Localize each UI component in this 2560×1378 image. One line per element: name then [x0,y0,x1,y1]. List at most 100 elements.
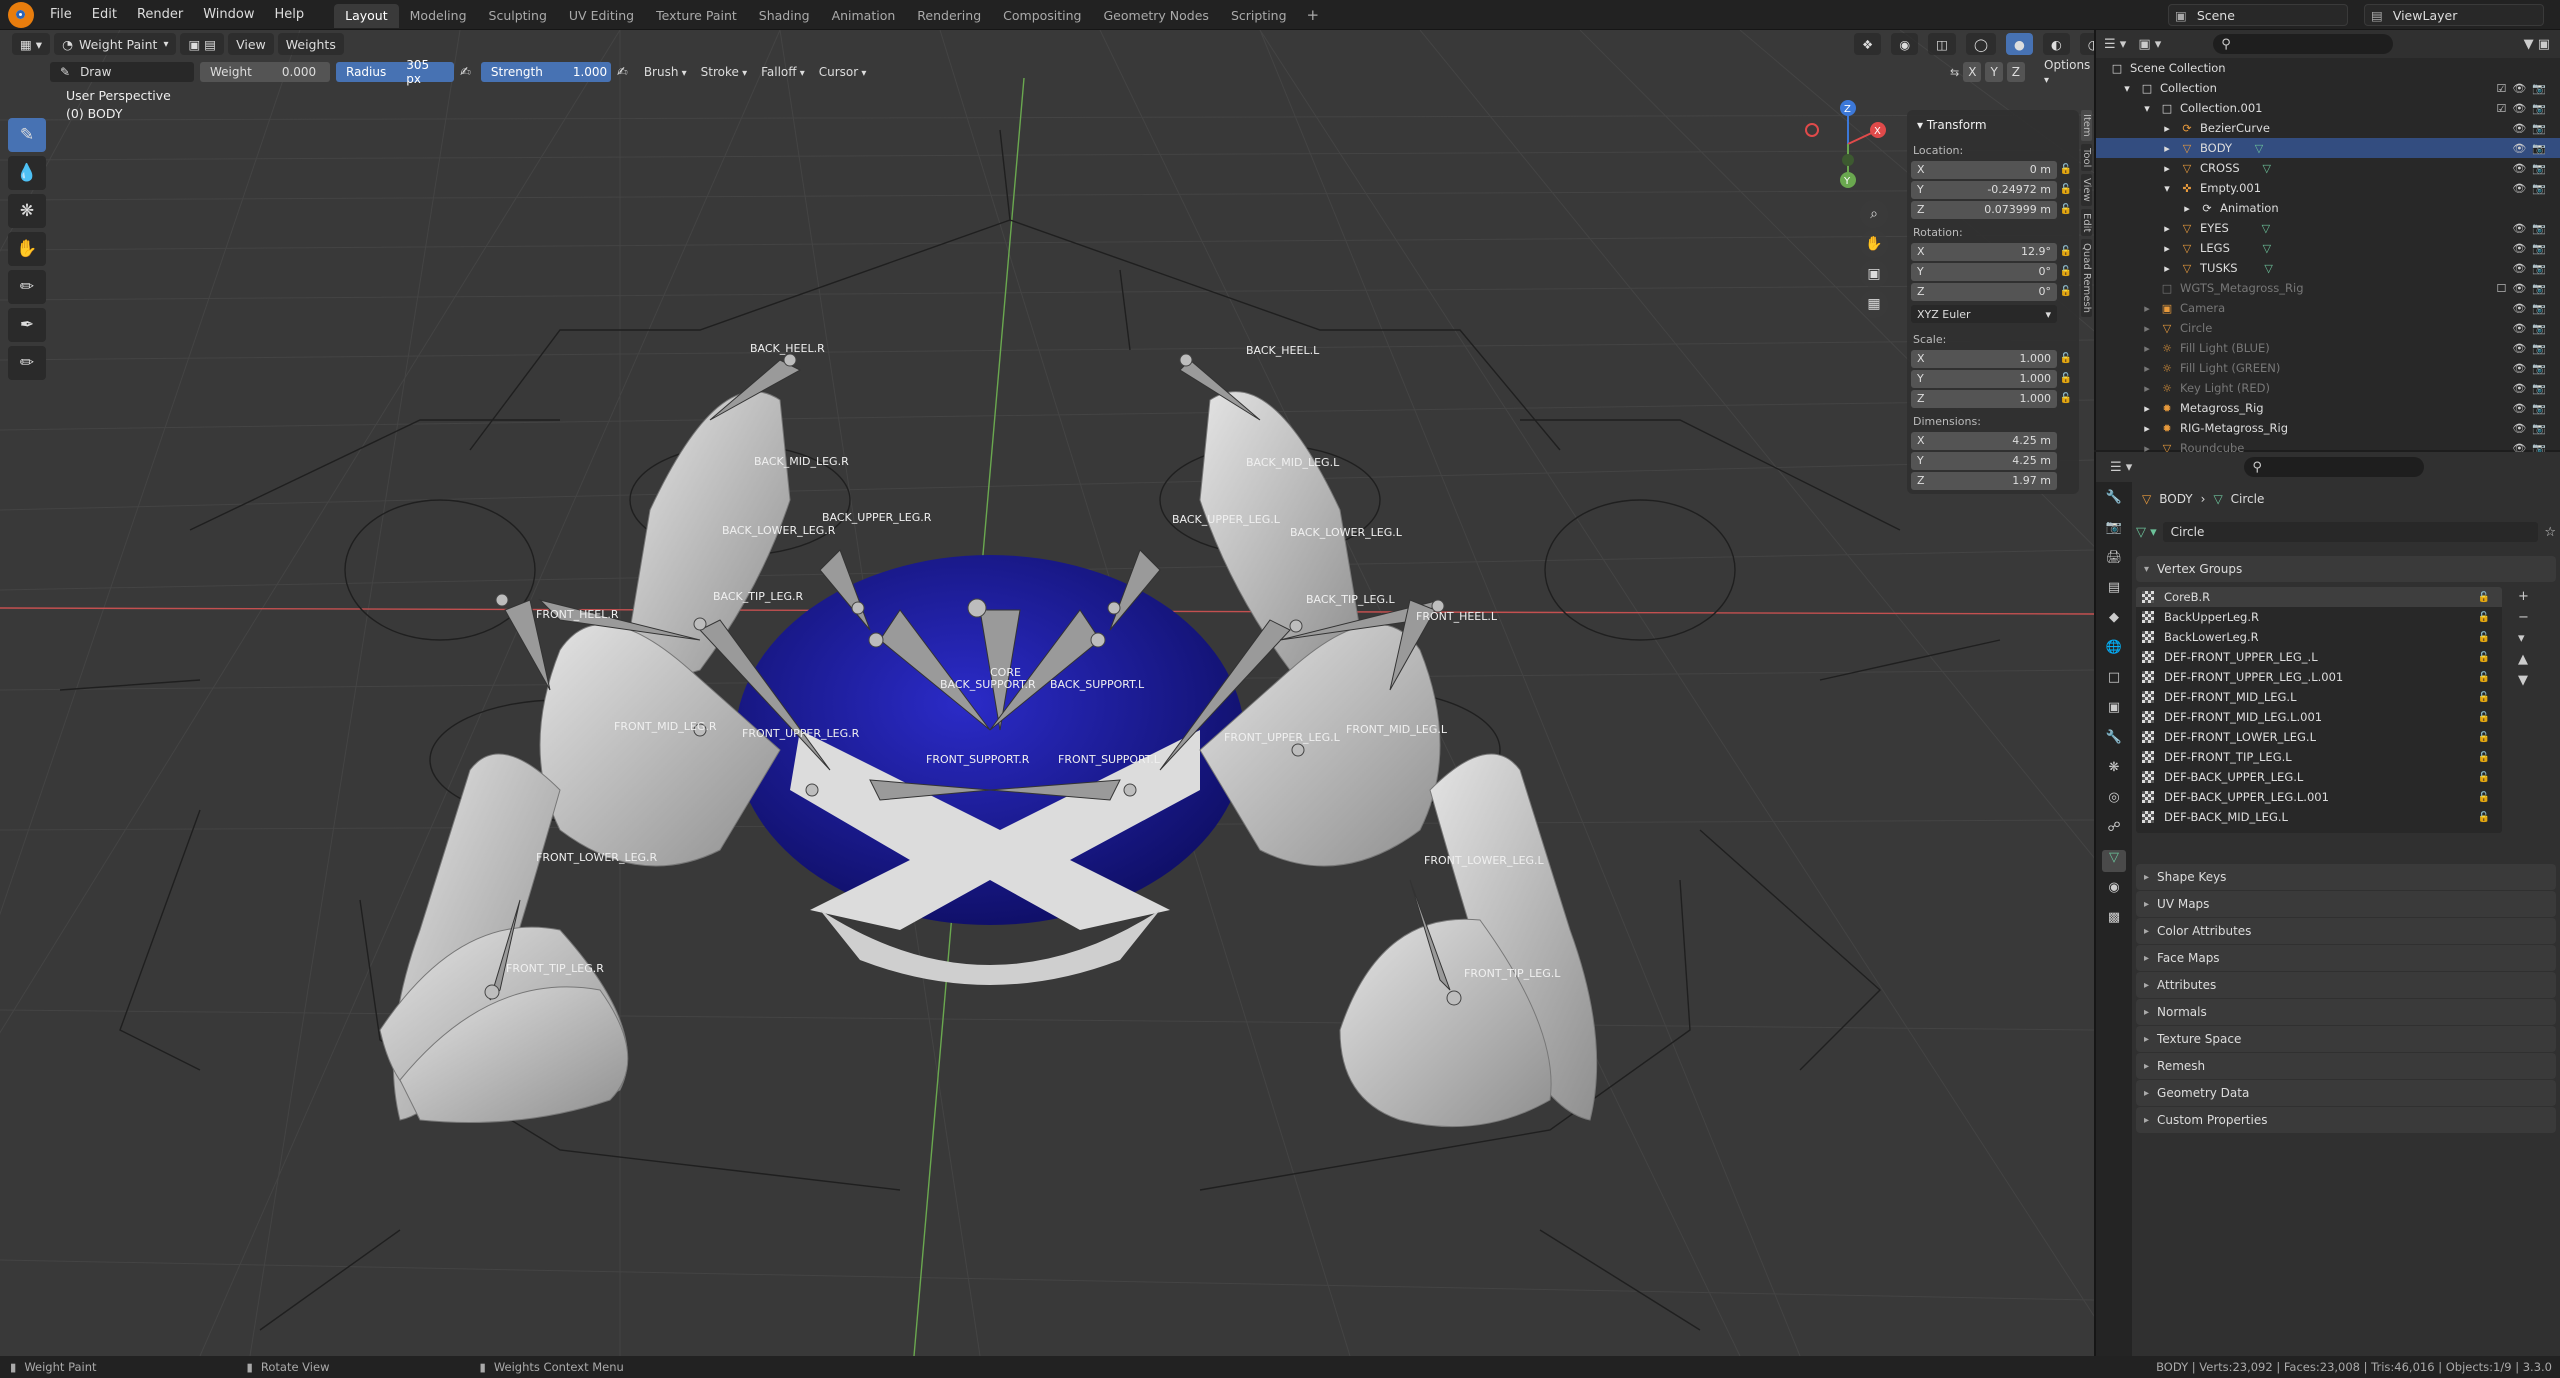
editor-type-icon[interactable]: ☰ ▾ [2104,37,2126,52]
expand-icon[interactable]: ▸ [2160,262,2174,275]
render-tab-icon[interactable]: 📷 [2102,520,2126,542]
tab-view[interactable]: View [2081,174,2092,206]
lock-icon[interactable]: 🔓 [2057,266,2075,277]
rotation-z-field[interactable]: Z 0° [1911,282,2057,301]
location-z-field[interactable]: Z 0.073999 m [1911,200,2057,219]
output-tab-icon[interactable]: 🖨 [2102,550,2126,572]
weight-field[interactable]: Weight 0.000 [200,62,330,82]
move-down-icon[interactable]: ▼ [2518,673,2529,688]
section-texture-space[interactable]: Texture Space [2136,1026,2556,1052]
collection-tab-icon[interactable]: □ [2102,670,2126,692]
section-geometry-data[interactable]: Geometry Data [2136,1080,2556,1106]
section-remesh[interactable]: Remesh [2136,1053,2556,1079]
lock-icon[interactable]: 🔓 [2057,353,2075,364]
expand-icon[interactable]: ▸ [2140,342,2154,355]
location-x-field[interactable]: X 0 m [1911,160,2057,179]
rotation-x-field[interactable]: X 12.9° [1911,242,2057,261]
annotate-tool-icon[interactable]: ✏ [8,346,46,380]
rotation-y-field[interactable]: Y 0° [1911,262,2057,281]
lock-icon[interactable]: 🔓 [2057,393,2075,404]
expand-icon[interactable]: ▸ [2160,162,2174,175]
scene-selector[interactable]: ▣ Scene [2168,4,2348,26]
visibility-icons[interactable]: 👁📷 [2512,342,2552,355]
tab-layout[interactable]: Layout [334,4,399,28]
visibility-icons[interactable]: 👁📷 [2512,142,2552,155]
outliner-row[interactable]: ▸ ☼ Key Light (RED) 👁📷 [2096,378,2560,398]
vertex-group-item[interactable]: DEF-FRONT_LOWER_LEG.L 🔓 [2136,727,2502,747]
outliner-search-input[interactable]: ⚲ [2213,34,2394,54]
mirror-z-toggle[interactable]: Z [2006,62,2026,82]
lock-icon[interactable]: 🔓 [2478,672,2490,683]
visibility-icons[interactable]: 👁📷 [2512,322,2552,335]
outliner-row[interactable]: ▾ □ Collection.001 ☑👁📷 [2096,98,2560,118]
xray-icon[interactable]: ◫ [1928,33,1956,55]
material-tab-icon[interactable]: ◉ [2102,880,2126,902]
brush-dropdown[interactable]: Brush [644,65,687,79]
3d-viewport[interactable]: BACK_HEEL.R BACK_HEEL.L BACK_MID_LEG.R B… [0,30,2094,1356]
lock-icon[interactable]: 🔓 [2478,712,2490,723]
cursor-dropdown[interactable]: Cursor [819,65,867,79]
visibility-icons[interactable]: ☐👁📷 [2496,282,2552,295]
tab-item[interactable]: Item [2081,110,2092,141]
tab-animation[interactable]: Animation [821,4,907,28]
ortho-grid-icon[interactable]: ▦ [1860,290,1888,318]
vertex-group-item[interactable]: DEF-BACK_UPPER_LEG.L.001 🔓 [2136,787,2502,807]
tab-modeling[interactable]: Modeling [399,4,478,28]
menu-file[interactable]: File [40,0,82,30]
smear-tool-icon[interactable]: ✋ [8,232,46,266]
dimensions-z-field[interactable]: Z 1.97 m [1911,471,2057,490]
visibility-icons[interactable]: 👁📷 [2512,262,2552,275]
outliner-row[interactable]: ▸ ☼ Fill Light (BLUE) 👁📷 [2096,338,2560,358]
tab-compositing[interactable]: Compositing [992,4,1092,28]
properties-search-input[interactable]: ⚲ [2244,457,2425,477]
lock-icon[interactable]: 🔓 [2478,652,2490,663]
stroke-dropdown[interactable]: Stroke [701,65,747,79]
lock-icon[interactable]: 🔓 [2057,286,2075,297]
navigation-gizmo[interactable]: Z X Y [1798,94,1898,194]
add-group-icon[interactable]: + [2518,589,2529,604]
vertex-group-item[interactable]: DEF-BACK_MID_LEG.L 🔓 [2136,807,2502,827]
lock-icon[interactable]: 🔓 [2478,752,2490,763]
filter-icon[interactable]: ▼ ▣ [2524,37,2550,52]
zoom-icon[interactable]: ⌕ [1860,200,1888,228]
visibility-icons[interactable]: 👁📷 [2512,162,2552,175]
lock-icon[interactable]: 🔓 [2057,164,2075,175]
visibility-icons[interactable]: ☑👁📷 [2496,82,2552,95]
menu-view[interactable]: View [228,33,274,55]
scale-x-field[interactable]: X 1.000 [1911,349,2057,368]
menu-render[interactable]: Render [127,0,193,30]
outliner-row[interactable]: □ WGTS_Metagross_Rig ☐👁📷 [2096,278,2560,298]
remove-group-icon[interactable]: − [2518,610,2529,625]
pan-hand-icon[interactable]: ✋ [1860,230,1888,258]
lock-icon[interactable]: 🔓 [2057,184,2075,195]
expand-icon[interactable]: ▸ [2140,302,2154,315]
section-attributes[interactable]: Attributes [2136,972,2556,998]
tab-shading[interactable]: Shading [748,4,821,28]
right-legs[interactable] [1199,391,1598,1128]
section-custom-properties[interactable]: Custom Properties [2136,1107,2556,1133]
vertex-group-item[interactable]: BackUpperLeg.R 🔓 [2136,607,2502,627]
display-mode-icon[interactable]: ▣ ▾ [2138,37,2161,52]
vertex-groups-header[interactable]: Vertex Groups [2136,556,2556,582]
expand-icon[interactable]: ▸ [2160,122,2174,135]
strength-field[interactable]: Strength 1.000 [480,62,611,82]
outliner-row[interactable]: ▸ ⟳ BezierCurve 👁📷 [2096,118,2560,138]
expand-icon[interactable]: ▾ [2140,102,2154,115]
scene-tab-icon[interactable]: ◆ [2102,610,2126,632]
menu-edit[interactable]: Edit [82,0,127,30]
mode-selector[interactable]: ◔ Weight Paint ▾ [54,33,177,55]
expand-icon[interactable]: ▸ [2180,202,2194,215]
specials-menu-icon[interactable]: ▾ [2518,631,2529,646]
brush-selector[interactable]: ✎ Draw [50,62,194,82]
blender-logo-icon[interactable] [8,1,34,28]
scale-y-field[interactable]: Y 1.000 [1911,369,2057,388]
outliner-row[interactable]: ▸ ▣ Camera 👁📷 [2096,298,2560,318]
dimensions-x-field[interactable]: X 4.25 m [1911,431,2057,450]
outliner-row[interactable]: ▸ ▽ TUSKS ▽ 👁📷 [2096,258,2560,278]
sample-weight-icon[interactable]: ✏ [8,270,46,304]
lock-icon[interactable]: 🔓 [2057,246,2075,257]
lock-icon[interactable]: 🔓 [2478,632,2490,643]
tab-rendering[interactable]: Rendering [906,4,992,28]
object-tab-icon[interactable]: ▣ [2102,700,2126,722]
outliner-row[interactable]: ▾ □ Collection ☑👁📷 [2096,78,2560,98]
